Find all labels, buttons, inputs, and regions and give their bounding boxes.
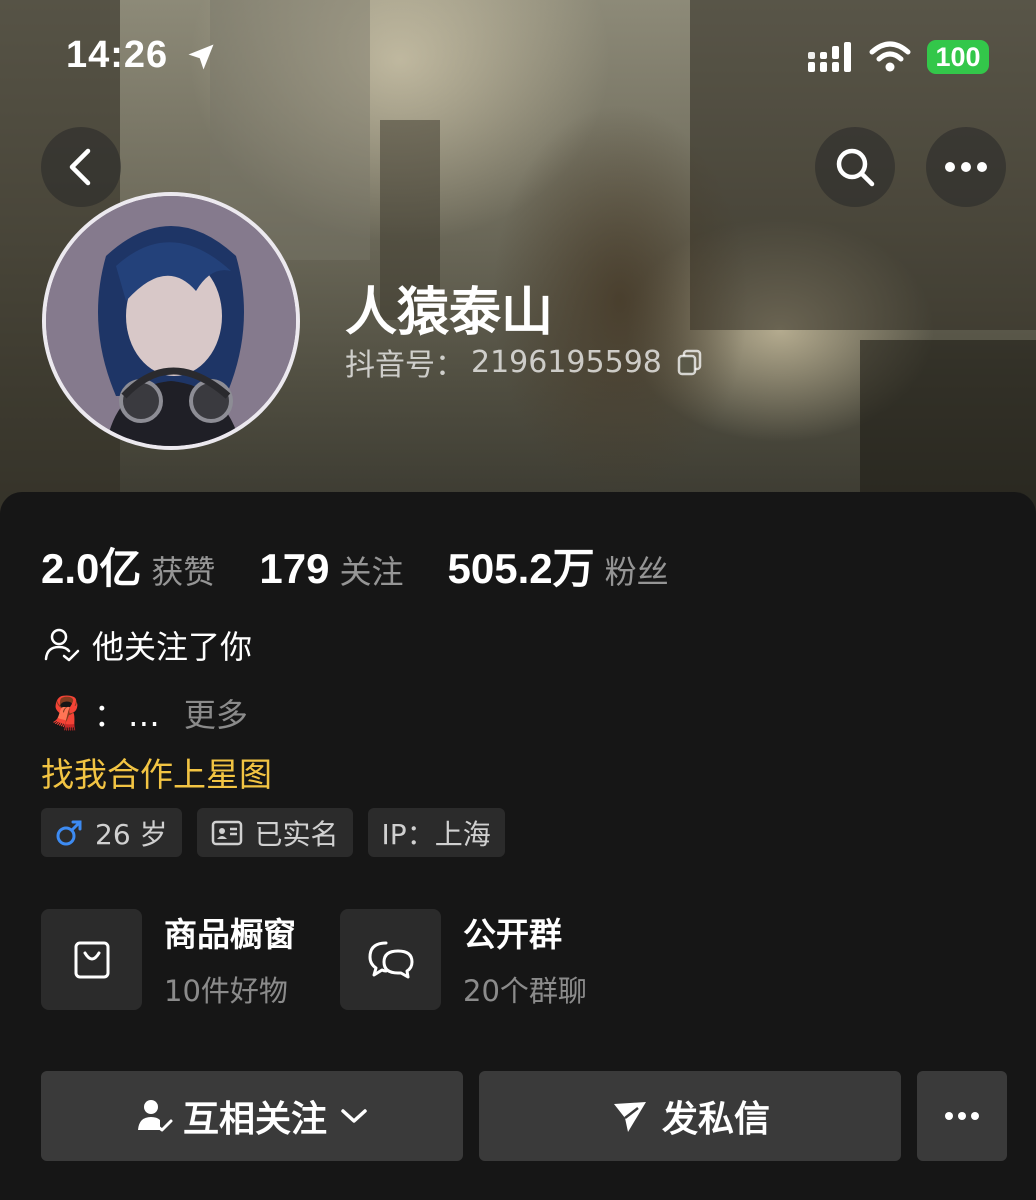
back-button[interactable] xyxy=(41,127,121,207)
card-title: 商品橱窗 xyxy=(164,915,296,954)
search-icon xyxy=(836,148,875,187)
send-message-label: 发私信 xyxy=(661,1099,770,1140)
shop-window-card[interactable]: 商品橱窗 10件好物 xyxy=(41,908,296,1010)
status-bar: 14:26 100 xyxy=(0,0,1036,110)
card-icon-box xyxy=(41,908,142,1010)
tag-label: IP：上海 xyxy=(381,817,491,851)
mutual-follow-label: 互相关注 xyxy=(182,1099,327,1140)
stat-likes: 2.0亿 获赞 xyxy=(41,535,215,596)
tag-verified: 已实名 xyxy=(196,808,353,857)
battery-indicator: 100 xyxy=(927,40,989,74)
bio: 🧣 ：… 更多 xyxy=(46,690,248,736)
ellipsis-icon xyxy=(945,162,987,172)
tag-age: 26 岁 xyxy=(41,808,182,857)
user-check-icon xyxy=(137,1100,173,1132)
copy-icon[interactable] xyxy=(676,348,704,376)
send-icon xyxy=(613,1102,646,1132)
more-actions-button[interactable] xyxy=(917,1071,1007,1161)
avatar-illustration xyxy=(46,196,296,446)
cellular-signal-icon xyxy=(808,42,851,72)
send-message-button[interactable]: 发私信 xyxy=(479,1071,901,1161)
bio-more-link[interactable]: 更多 xyxy=(184,690,248,736)
user-check-icon xyxy=(44,628,80,662)
bio-text: ：… xyxy=(93,696,162,734)
tag-label: 26 岁 xyxy=(95,817,168,851)
ellipsis-icon xyxy=(945,1112,979,1120)
feature-cards: 商品橱窗 10件好物 公开群 20个群聊 xyxy=(41,908,621,1010)
scarf-emoji: 🧣 xyxy=(46,694,86,732)
card-subtitle: 20个群聊 xyxy=(463,974,587,1008)
chevron-left-icon xyxy=(69,148,91,186)
stat-following[interactable]: 179 关注 xyxy=(259,545,403,593)
stat-value: 179 xyxy=(259,545,330,592)
douyin-id: 抖音号： 2196195598 xyxy=(345,340,704,384)
profile-nickname: 人猿泰山 xyxy=(345,283,554,343)
tag-ip-location: IP：上海 xyxy=(367,808,505,857)
douyin-id-label: 抖音号： xyxy=(345,348,465,383)
stat-label: 获赞 xyxy=(151,553,216,591)
chevron-down-icon xyxy=(341,1109,367,1123)
douyin-id-value: 2196195598 xyxy=(471,344,662,380)
stat-label: 关注 xyxy=(339,553,404,591)
follows-you-tip: 他关注了你 xyxy=(42,622,252,668)
chat-bubbles-icon xyxy=(368,941,413,979)
public-group-card[interactable]: 公开群 20个群聊 xyxy=(340,908,587,1010)
mutual-follow-button[interactable]: 互相关注 xyxy=(41,1071,463,1161)
location-arrow-icon xyxy=(188,44,214,70)
card-subtitle: 10件好物 xyxy=(164,974,288,1008)
follows-you-text: 他关注了你 xyxy=(92,628,253,666)
stat-value: 505.2万 xyxy=(447,545,595,592)
stat-followers[interactable]: 505.2万 粉丝 xyxy=(448,535,669,596)
tag-label: 已实名 xyxy=(254,817,339,851)
profile-tags: 26 岁 已实名 IP：上海 xyxy=(41,808,505,857)
wifi-icon xyxy=(869,41,911,72)
shopping-bag-icon xyxy=(74,941,109,979)
card-title: 公开群 xyxy=(463,915,562,954)
status-time: 14:26 xyxy=(66,34,169,76)
stat-label: 粉丝 xyxy=(604,553,669,591)
star-map-link[interactable]: 找我合作上星图 xyxy=(41,748,272,796)
stat-value: 2.0亿 xyxy=(41,545,142,592)
avatar[interactable] xyxy=(42,192,300,450)
id-card-icon xyxy=(211,820,242,845)
more-options-button[interactable] xyxy=(926,127,1006,207)
card-icon-box xyxy=(340,908,441,1010)
male-icon xyxy=(56,820,82,845)
action-bar: 互相关注 发私信 xyxy=(41,1071,1007,1161)
search-button[interactable] xyxy=(815,127,895,207)
stats-row: 2.0亿 获赞 179 关注 505.2万 粉丝 xyxy=(41,535,713,596)
